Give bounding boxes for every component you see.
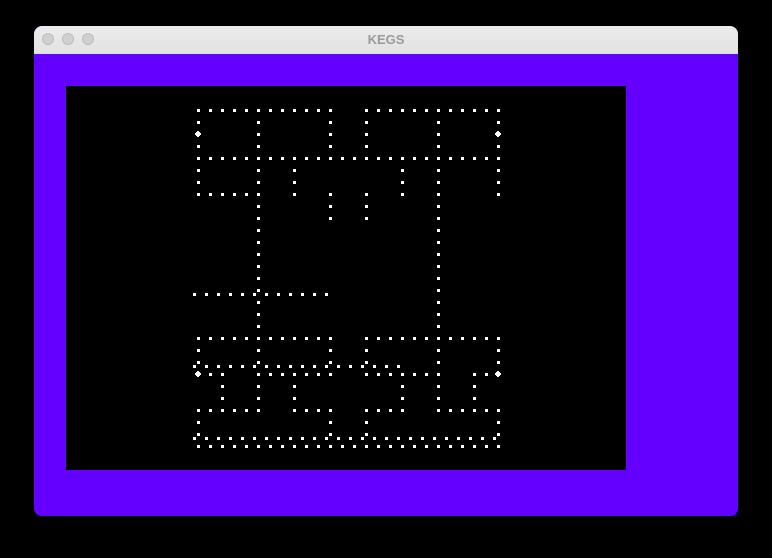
game-screen[interactable]	[66, 86, 626, 470]
power-pellet	[495, 131, 501, 137]
window-title: KEGS	[367, 32, 405, 47]
maze	[193, 109, 501, 448]
power-pellet	[495, 371, 501, 377]
power-pellet	[195, 371, 201, 377]
title-bar[interactable]: KEGS	[34, 26, 738, 55]
power-pellet	[195, 131, 201, 137]
emulator-window: KEGS	[34, 26, 738, 516]
